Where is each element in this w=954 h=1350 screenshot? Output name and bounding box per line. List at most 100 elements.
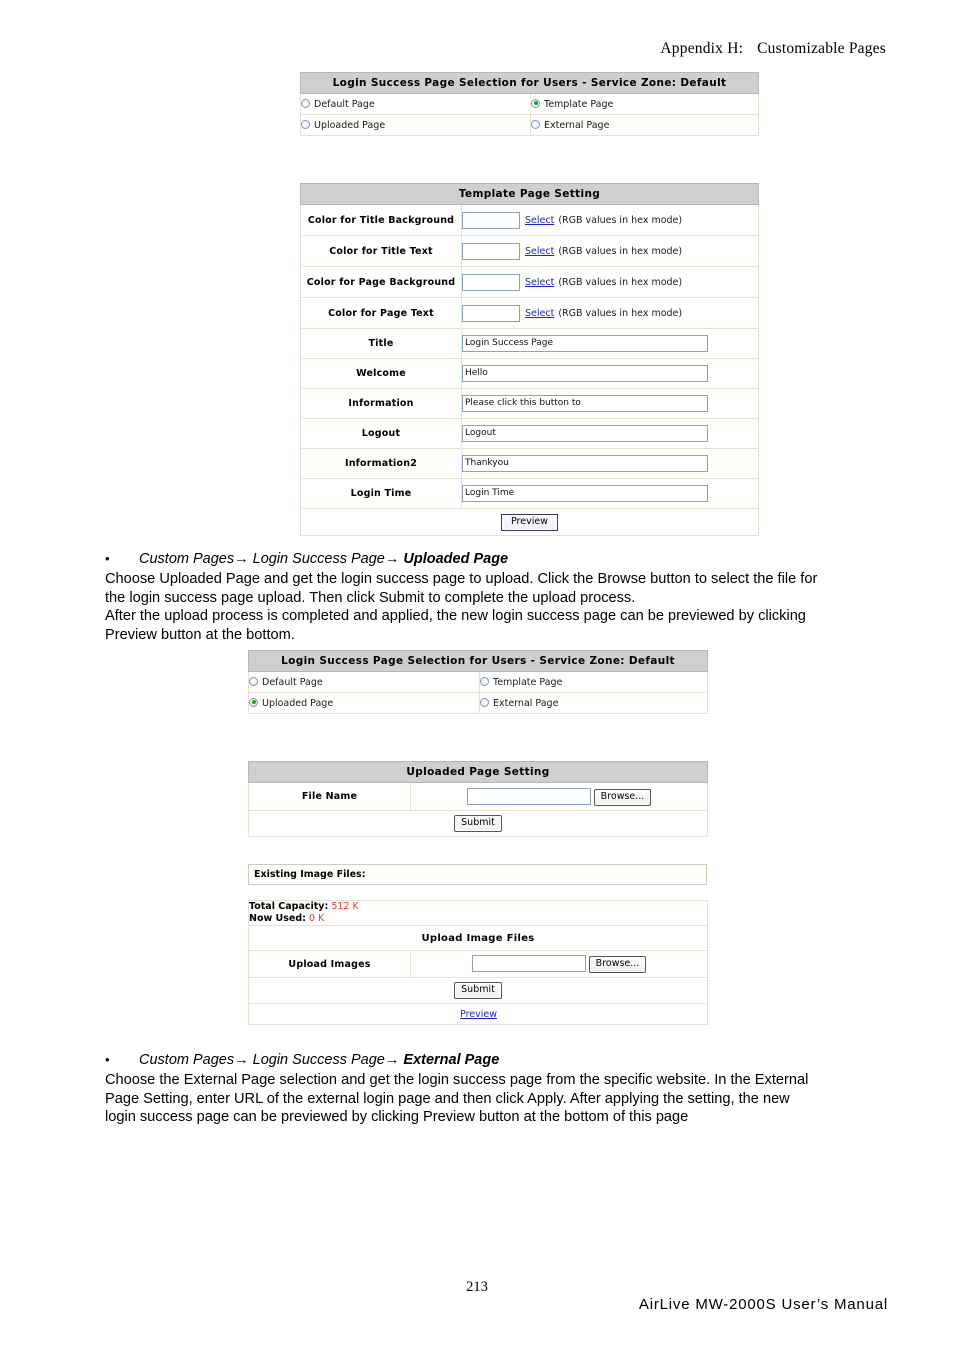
breadcrumb-part-1: Custom Pages [139,551,235,567]
row-label: Color for Title Background [300,204,462,236]
table-row-color-page-text: Color for Page Text Select (RGB values in… [300,297,759,329]
radio-icon[interactable] [301,98,310,108]
uploaded-page-setting-title: Uploaded Page Setting [248,761,708,783]
radio-option-template-page-1[interactable]: Template Page [530,93,759,115]
radio-label: External Page [544,119,610,131]
radio-icon[interactable] [480,697,489,707]
information-input[interactable]: Please click this button to [462,395,708,412]
radio-option-template-page-2[interactable]: Template Page [479,671,708,693]
selection-panel-2-title: Login Success Page Selection for Users -… [248,650,708,672]
table-row-logout: Logout Logout [300,418,759,449]
breadcrumb-part-3: External Page [403,1052,500,1068]
paragraph-line: login success page can be previewed by c… [105,1109,689,1126]
row-label: Welcome [300,358,462,389]
table-header-row: Login Success Page Selection for Users -… [248,650,708,672]
row-label: Information [300,388,462,419]
information2-input[interactable]: Thankyou [462,455,708,472]
hex-hint: (RGB values in hex mode) [558,276,683,288]
preview-button[interactable]: Preview [501,513,558,531]
radio-label: Default Page [262,676,323,688]
arrow-icon: → [384,551,400,567]
preview-link[interactable]: Preview [460,1009,497,1020]
row-label: Upload Images [248,950,411,978]
upload-image-files-title: Upload Image Files [247,925,709,951]
row-label: Color for Title Text [300,235,462,267]
breadcrumb-part-3: Uploaded Page [403,551,509,567]
bullet-uploaded-page: • Custom Pages→ Login Success Page→ Uploa… [105,551,508,567]
file-name-input[interactable] [466,787,591,805]
template-page-setting-title: Template Page Setting [300,183,759,205]
now-used-label: Now Used: [249,913,306,924]
existing-image-files-bar: Existing Image Files: [248,864,707,885]
breadcrumb-part-2: Login Success Page [252,551,385,567]
breadcrumb-part-2: Login Success Page [252,1052,385,1068]
page-title: Customizable Pages [757,40,886,57]
radio-label: Uploaded Page [262,697,334,709]
welcome-input[interactable]: Hello [462,365,708,382]
total-capacity-value: 512 K [331,901,359,912]
radio-icon-selected[interactable] [249,697,258,707]
hex-hint: (RGB values in hex mode) [558,245,683,257]
table-header-row: Uploaded Page Setting [248,761,708,783]
footer-manual-title: AirLive MW-2000S User’s Manual [638,1296,888,1313]
row-label: Color for Page Background [300,266,462,298]
radio-label: Template Page [544,98,614,110]
table-row-capacity: Total Capacity: 512 K Now Used: 0 K [247,900,709,926]
now-used-value: 0 K [309,913,325,924]
table-header-row: Template Page Setting [300,183,759,205]
radio-option-default-page-1[interactable]: Default Page [300,93,531,115]
logout-input[interactable]: Logout [462,425,708,442]
table-row: Default Page Template Page [300,93,759,115]
radio-icon[interactable] [531,119,540,129]
page-number: 213 [466,1279,488,1295]
select-color-link[interactable]: Select [525,308,554,319]
bullet-dot: • [105,1052,110,1067]
select-color-link[interactable]: Select [525,215,554,226]
template-page-setting-table: Template Page Setting Color for Title Ba… [300,183,759,536]
submit-button[interactable]: Submit [454,982,502,999]
title-input[interactable]: Login Success Page [462,335,708,352]
login-time-input[interactable]: Login Time [462,485,708,502]
paragraph-line: Page Setting, enter URL of the external … [105,1090,790,1107]
radio-option-uploaded-page-1[interactable]: Uploaded Page [300,114,531,136]
paragraph-line: the login success page upload. Then clic… [105,589,636,606]
arrow-icon: → [234,551,249,567]
select-color-link[interactable]: Select [525,246,554,257]
submit-button[interactable]: Submit [454,815,502,832]
arrow-icon: → [384,1052,400,1068]
browse-button[interactable]: Browse... [588,956,647,973]
color-page-text-input[interactable] [462,304,520,322]
row-label: Logout [300,418,462,449]
radio-label: Default Page [314,98,375,110]
row-label: Color for Page Text [300,297,462,329]
radio-option-external-page-1[interactable]: External Page [530,114,759,136]
radio-option-default-page-2[interactable]: Default Page [248,671,480,693]
table-row-actions: Preview [300,508,759,536]
table-row-information: Information Please click this button to [300,388,759,419]
table-row-actions: Submit [247,977,709,1004]
table-row: Uploaded Page External Page [248,692,708,714]
radio-icon[interactable] [301,119,310,129]
select-color-link[interactable]: Select [525,277,554,288]
radio-label: Uploaded Page [314,119,386,131]
color-title-text-input[interactable] [462,242,520,260]
radio-icon-selected[interactable] [531,98,540,108]
table-row-upload-images: Upload Images Browse... [248,950,709,978]
upload-images-input[interactable] [471,955,586,972]
radio-icon[interactable] [480,676,489,686]
row-label: Title [300,328,462,359]
login-success-selection-table-2: Login Success Page Selection for Users -… [248,650,708,714]
arrow-icon: → [234,1052,249,1068]
radio-option-external-page-2[interactable]: External Page [479,692,708,714]
color-title-background-input[interactable] [462,211,520,229]
radio-option-uploaded-page-2[interactable]: Uploaded Page [248,692,480,714]
radio-icon[interactable] [249,676,258,686]
paragraph-external-page: Choose the External Page selection and g… [105,1071,895,1127]
browse-button[interactable]: Browse... [593,788,652,806]
color-page-background-input[interactable] [462,273,520,291]
table-row: Uploaded Page External Page [300,114,759,136]
page-header: Appendix H: Customizable Pages [660,40,886,58]
total-capacity-label: Total Capacity: [249,901,329,912]
table-row-actions: Submit [248,810,708,837]
breadcrumb-part-1: Custom Pages [139,1052,235,1068]
